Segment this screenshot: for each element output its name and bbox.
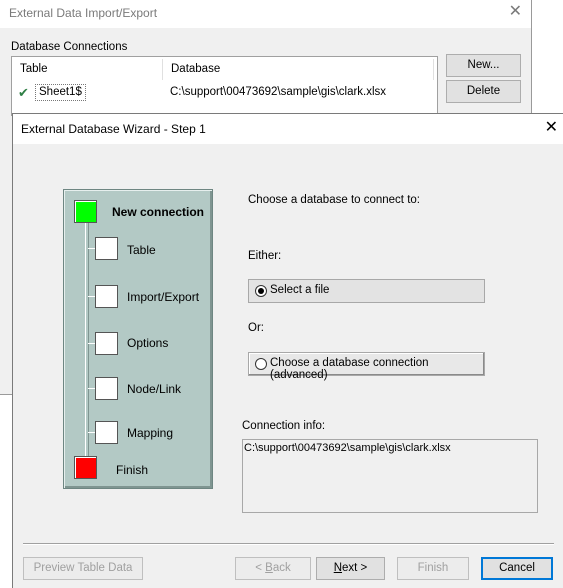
step-indicator xyxy=(95,332,118,355)
column-header-database[interactable]: Database xyxy=(164,59,434,80)
steps-connector-line xyxy=(85,220,89,460)
column-header-table[interactable]: Table xyxy=(13,59,163,80)
button-separator xyxy=(23,543,554,545)
connection-info-label: Connection info: xyxy=(242,420,326,432)
bg-title-bar: External Data Import/Export ✕ xyxy=(0,0,531,28)
database-connection-label: Choose a database connection (advanced) xyxy=(270,357,429,381)
back-button-mnemonic: B xyxy=(265,562,273,574)
or-label: Or: xyxy=(248,322,264,334)
next-button-mnemonic: N xyxy=(333,562,343,574)
next-button-rest: ext > xyxy=(342,562,368,574)
step-label-table: Table xyxy=(127,243,156,257)
step-indicator xyxy=(95,285,118,308)
select-file-label: Select a file xyxy=(270,284,330,296)
step-indicator xyxy=(95,377,118,400)
step-label-node-link: Node/Link xyxy=(127,382,182,396)
new-connection-button[interactable]: New... xyxy=(446,54,521,77)
row-table-name: Sheet1$ xyxy=(35,84,86,101)
step-indicator xyxy=(95,421,118,444)
row-database-path: C:\support\00473692\sample\gis\clark.xls… xyxy=(170,86,387,98)
step-label-mapping: Mapping xyxy=(127,426,174,440)
step-indicator-current xyxy=(74,200,97,223)
database-connection-option[interactable]: Choose a database connection (advanced) xyxy=(248,352,485,381)
close-icon[interactable]: ✕ xyxy=(545,119,558,137)
step-label-new-connection: New connection xyxy=(112,205,205,219)
finish-button[interactable]: Finish xyxy=(397,557,469,580)
choose-database-prompt: Choose a database to connect to: xyxy=(248,194,420,206)
cancel-button[interactable]: Cancel xyxy=(481,557,553,580)
checkmark-icon: ✔ xyxy=(18,85,29,100)
database-connections-list[interactable]: Table Database ✔ Sheet1$ C:\support\0047… xyxy=(11,56,438,116)
back-button-prefix: < xyxy=(255,562,266,574)
wizard-steps-panel: New connection Table Import/Export Optio… xyxy=(63,189,213,489)
wizard-title: External Database Wizard - Step 1 xyxy=(21,122,206,136)
database-connection-radio[interactable] xyxy=(255,358,267,370)
connection-info-value: C:\support\00473692\sample\gis\clark.xls… xyxy=(244,442,451,454)
back-button[interactable]: < Back xyxy=(235,557,311,580)
either-label: Either: xyxy=(248,250,282,262)
step-label-options: Options xyxy=(127,336,169,350)
back-button-rest: ack xyxy=(272,562,291,574)
database-connections-label: Database Connections xyxy=(11,41,128,53)
next-button[interactable]: Next > xyxy=(316,557,385,580)
step-label-import-export: Import/Export xyxy=(127,290,200,304)
preview-table-data-button[interactable]: Preview Table Data xyxy=(23,557,143,580)
select-file-radio[interactable] xyxy=(255,285,267,297)
external-database-wizard-dialog: External Database Wizard - Step 1 ✕ New … xyxy=(12,113,563,588)
step-indicator xyxy=(95,237,118,260)
wizard-title-bar: External Database Wizard - Step 1 ✕ xyxy=(13,114,563,144)
delete-connection-button[interactable]: Delete xyxy=(446,80,521,103)
bg-close-icon[interactable]: ✕ xyxy=(509,3,522,21)
table-row[interactable]: ✔ Sheet1$ C:\support\00473692\sample\gis… xyxy=(13,84,437,101)
select-file-option[interactable]: Select a file xyxy=(248,279,485,303)
step-indicator-finish xyxy=(74,456,97,479)
step-label-finish: Finish xyxy=(116,463,149,477)
bg-dialog-title: External Data Import/Export xyxy=(9,6,158,20)
connection-info-box: C:\support\00473692\sample\gis\clark.xls… xyxy=(242,439,538,513)
